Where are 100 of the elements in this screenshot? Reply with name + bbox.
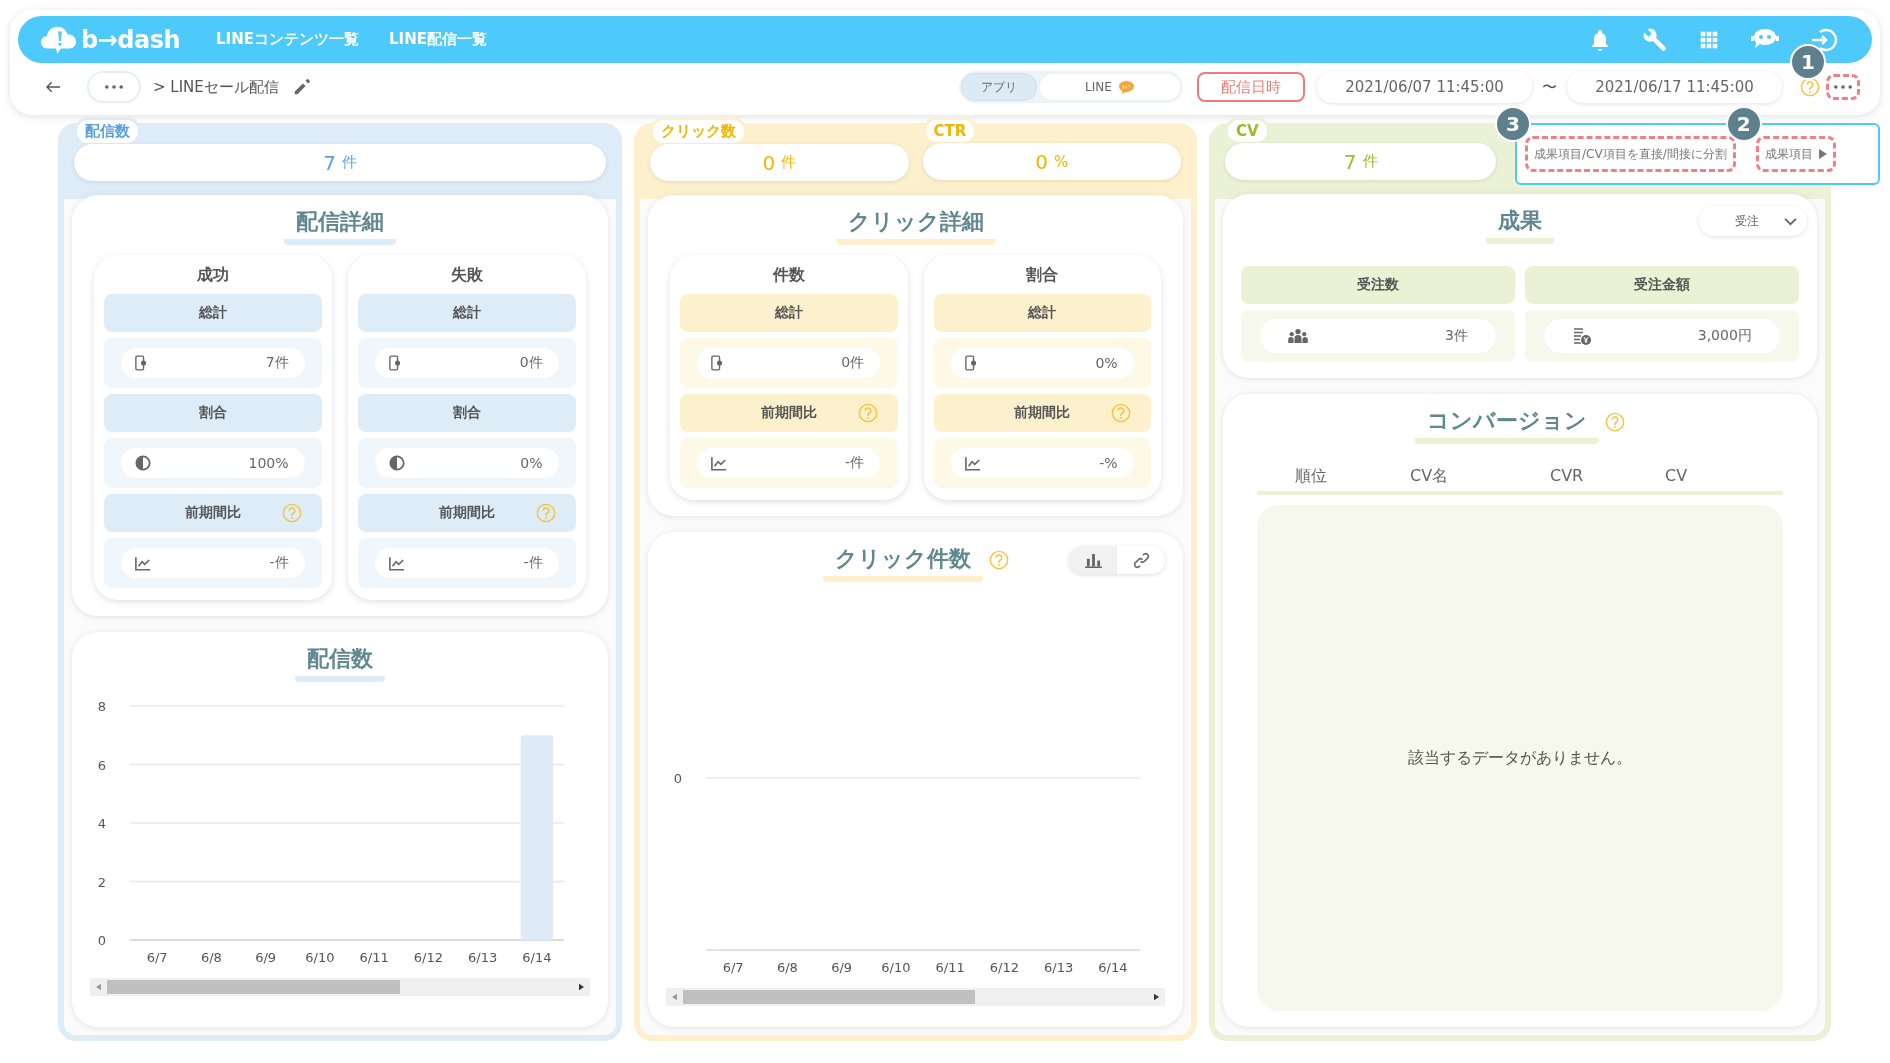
row-label: 前期間比: [439, 504, 495, 522]
axis-tick-label: 6/12: [989, 960, 1019, 975]
trend-icon: [135, 555, 152, 571]
pencil-icon[interactable]: [292, 78, 311, 96]
metric-value: 0 件: [650, 144, 909, 181]
trend-icon: [964, 455, 981, 471]
metric-label: 配信数: [74, 117, 141, 146]
help-icon[interactable]: [1800, 77, 1820, 97]
more-icon: [1834, 85, 1852, 89]
card-title: 配信詳細: [284, 207, 396, 245]
value-text: 0件: [841, 354, 865, 372]
row-header: 受注金額: [1525, 266, 1799, 304]
value-text: -件: [269, 554, 289, 572]
axis-tick-label: 6/10: [881, 960, 911, 975]
date-label-button[interactable]: 配信日時: [1197, 72, 1305, 102]
column-header: 順位: [1295, 466, 1328, 487]
card-title: 成果: [1486, 206, 1554, 244]
help-icon[interactable]: [1605, 412, 1625, 432]
help-icon[interactable]: [988, 550, 1009, 570]
chat-bubble-icon: [1117, 79, 1135, 95]
channel-tab[interactable]: アプリ: [962, 74, 1036, 100]
axis-tick-label: 6/8: [200, 950, 222, 965]
axis-tick-label: 4: [97, 816, 106, 831]
metric-value: 0 %: [922, 143, 1181, 180]
help-icon[interactable]: [536, 503, 556, 523]
device-icon: [389, 355, 402, 371]
link-button[interactable]: [1117, 546, 1165, 574]
card-title: クリック詳細: [835, 207, 996, 245]
row-label: 総計: [453, 304, 481, 322]
column-header: CV名: [1410, 466, 1450, 487]
axis-tick-label: 6/7: [146, 950, 168, 965]
metric-value: 7 件: [1225, 143, 1497, 180]
trend-icon: [711, 455, 728, 471]
card-title: コンバージョン: [1415, 406, 1599, 444]
dropdown-select[interactable]: 受注: [1699, 206, 1807, 236]
date-field[interactable]: 2021/06/07 11:45:00: [1317, 71, 1532, 103]
value-text: -%: [1099, 455, 1118, 471]
row-label: 割合: [199, 404, 227, 422]
row-label: 前期間比: [760, 404, 817, 422]
date-field[interactable]: 2021/06/17 11:45:00: [1567, 71, 1782, 103]
chevron-down-icon: [1784, 216, 1797, 226]
more-button[interactable]: [1826, 74, 1860, 100]
group-title: 成功: [196, 264, 230, 286]
back-arrow-icon[interactable]: [46, 81, 61, 93]
bar-chart-icon: [1084, 552, 1102, 568]
card-title: クリック件数: [822, 544, 983, 582]
group-title: 割合: [1025, 264, 1060, 286]
axis-tick-label: 6/7: [722, 960, 744, 975]
axis-tick-label: 6/9: [831, 960, 853, 975]
channel-tab[interactable]: LINE: [1040, 74, 1180, 100]
breadcrumb-more-button[interactable]: [89, 73, 139, 101]
axis-tick-label: 6/10: [305, 950, 335, 965]
value-text: 3,000円: [1697, 327, 1752, 345]
axis-tick-label: 6/11: [935, 960, 965, 975]
axis-tick-label: 0: [97, 933, 106, 948]
row-header: 受注数: [1241, 266, 1515, 304]
axis-tick-label: 8: [97, 699, 106, 714]
more-icon: [105, 85, 123, 89]
scroll-left-icon[interactable]: [96, 983, 101, 991]
wrench-icon[interactable]: [1642, 26, 1668, 53]
metric-label: クリック数: [650, 117, 747, 146]
axis-tick-label: 6/14: [1098, 960, 1128, 975]
axis-tick-label: 6/11: [359, 950, 389, 965]
horizontal-scrollbar[interactable]: [90, 978, 590, 996]
help-icon[interactable]: [1111, 403, 1131, 423]
axis-tick-label: 6/14: [522, 950, 552, 965]
menu-item[interactable]: 成果項目/CV項目を直接/間接に分割: [1525, 136, 1736, 172]
people-icon: [1288, 328, 1309, 344]
pie-icon: [389, 455, 406, 471]
axis-tick-label: 6/13: [1044, 960, 1074, 975]
pie-icon: [135, 455, 152, 471]
value-text: -件: [845, 454, 865, 472]
column-header: CV: [1665, 466, 1689, 487]
coins-icon: [1572, 326, 1593, 346]
help-icon[interactable]: [857, 403, 878, 423]
bar-chart-button[interactable]: [1069, 546, 1117, 574]
row-label: 前期間比: [1014, 404, 1071, 422]
axis-tick-label: 6/8: [776, 960, 798, 975]
scroll-right-icon[interactable]: [1154, 993, 1159, 1001]
empty-message: 該当するデータがありません。: [1408, 747, 1632, 769]
metric-label: CV: [1225, 117, 1270, 145]
group-title: 失敗: [450, 264, 484, 286]
value-text: 7件: [265, 354, 289, 372]
row-label: 割合: [453, 404, 481, 422]
submenu-arrow-icon: [1818, 149, 1827, 159]
row-label: 総計: [774, 304, 803, 322]
axis-tick-label: 6/13: [468, 950, 498, 965]
menu-item[interactable]: 成果項目: [1755, 136, 1836, 172]
scroll-left-icon[interactable]: [672, 993, 677, 1001]
trend-icon: [389, 555, 406, 571]
callout-number: 1: [1790, 44, 1826, 80]
help-icon[interactable]: [282, 503, 302, 523]
device-icon: [135, 355, 148, 371]
metric-label: CTR: [922, 117, 978, 145]
horizontal-scrollbar[interactable]: [666, 988, 1165, 1006]
value-text: -件: [523, 554, 543, 572]
metric-value: 7 件: [74, 144, 606, 181]
value-text: 0%: [520, 455, 543, 471]
value-text: 0%: [1095, 355, 1118, 371]
scroll-right-icon[interactable]: [579, 983, 584, 991]
